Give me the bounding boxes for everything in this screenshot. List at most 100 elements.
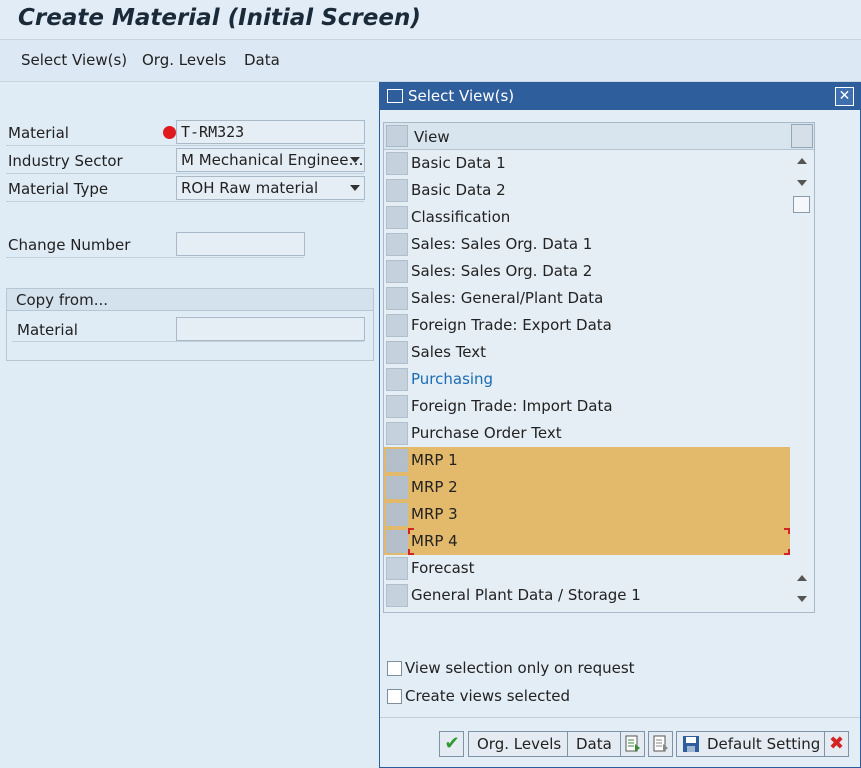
row-selector[interactable] — [386, 530, 408, 553]
material-type-value: ROH Raw material — [181, 179, 319, 197]
view-label: Foreign Trade: Import Data — [411, 397, 613, 415]
row-selector[interactable] — [386, 368, 408, 391]
view-row[interactable]: Sales: Sales Org. Data 2 — [384, 258, 790, 285]
view-on-request-label: View selection only on request — [405, 659, 635, 677]
view-row[interactable]: Classification — [384, 204, 790, 231]
row-selector[interactable] — [386, 341, 408, 364]
scroll-up-icon[interactable] — [797, 158, 807, 164]
view-label: Sales: Sales Org. Data 2 — [411, 262, 593, 280]
data-button[interactable]: Data — [567, 731, 621, 757]
view-row[interactable]: Basic Data 1 — [384, 150, 790, 177]
column-settings-icon[interactable] — [791, 124, 813, 148]
default-setting-button[interactable]: Default Setting — [676, 731, 830, 757]
view-label: Sales Text — [411, 343, 487, 361]
scroll-down-icon[interactable] — [797, 180, 807, 186]
view-label: Forecast — [411, 559, 475, 577]
view-row[interactable]: Forecast — [384, 555, 790, 582]
view-row[interactable]: MRP 1 — [384, 447, 790, 474]
material-label: Material — [8, 124, 69, 142]
dialog-header: Select View(s) ✕ — [380, 83, 860, 110]
row-selector[interactable] — [386, 206, 408, 229]
initial-screen-form: Material T-RM323 Industry Sector M Mecha… — [0, 82, 380, 768]
row-selector[interactable] — [386, 476, 408, 499]
copy-material-field[interactable] — [176, 317, 365, 341]
view-row[interactable]: MRP 3 — [384, 501, 790, 528]
chevron-down-icon — [350, 157, 360, 163]
view-row[interactable]: Basic Data 2 — [384, 177, 790, 204]
continue-button[interactable]: ✔ — [439, 731, 464, 757]
row-selector[interactable] — [386, 260, 408, 283]
deselect-all-button[interactable] — [648, 731, 673, 757]
material-type-label: Material Type — [8, 180, 109, 198]
row-selector[interactable] — [386, 314, 408, 337]
menu-data[interactable]: Data — [244, 51, 280, 69]
scroll-up-icon[interactable] — [797, 575, 807, 581]
copy-material-label: Material — [17, 321, 78, 339]
industry-sector-select[interactable]: M Mechanical Enginee… — [176, 148, 365, 172]
view-row[interactable]: Foreign Trade: Export Data — [384, 312, 790, 339]
view-label: MRP 3 — [411, 505, 458, 523]
row-selector[interactable] — [386, 287, 408, 310]
row-selector[interactable] — [386, 233, 408, 256]
material-type-select[interactable]: ROH Raw material — [176, 176, 365, 200]
views-table: View Basic Data 1 Basic Data 2 Classificat… — [383, 122, 815, 613]
cancel-button[interactable]: ✖ — [824, 731, 849, 757]
material-field[interactable]: T-RM323 — [176, 120, 365, 144]
dialog-title: Select View(s) — [408, 87, 515, 105]
change-number-field[interactable] — [176, 232, 305, 256]
row-selector[interactable] — [386, 395, 408, 418]
select-all-icon — [625, 735, 640, 752]
select-all-button[interactable] — [620, 731, 645, 757]
view-row[interactable]: Sales: General/Plant Data — [384, 285, 790, 312]
focus-marker — [784, 549, 790, 555]
menu-org-levels[interactable]: Org. Levels — [142, 51, 226, 69]
view-row[interactable]: Purchase Order Text — [384, 420, 790, 447]
default-setting-label: Default Setting — [707, 735, 821, 753]
chevron-down-icon — [350, 185, 360, 191]
change-number-label: Change Number — [8, 236, 131, 254]
scroll-thumb[interactable] — [793, 196, 810, 213]
view-label: Purchasing — [411, 370, 494, 388]
divider — [6, 201, 364, 202]
view-row[interactable]: Purchasing — [384, 366, 790, 393]
org-levels-button[interactable]: Org. Levels — [468, 731, 571, 757]
divider — [6, 173, 364, 174]
close-icon: ✖ — [828, 733, 845, 754]
view-label: MRP 1 — [411, 451, 458, 469]
view-label: Classification — [411, 208, 511, 226]
row-selector[interactable] — [386, 422, 408, 445]
menu-select-views[interactable]: Select View(s) — [21, 51, 127, 69]
view-row[interactable]: Foreign Trade: Import Data — [384, 393, 790, 420]
row-selector[interactable] — [386, 449, 408, 472]
scroll-down-icon[interactable] — [797, 596, 807, 602]
view-label: Basic Data 1 — [411, 154, 506, 172]
copy-from-header: Copy from... — [7, 289, 373, 311]
view-row[interactable]: Sales: Sales Org. Data 1 — [384, 231, 790, 258]
view-label: MRP 4 — [411, 532, 458, 550]
close-icon[interactable]: ✕ — [835, 87, 854, 106]
view-on-request-checkbox[interactable] — [387, 661, 402, 676]
view-row[interactable]: Sales Text — [384, 339, 790, 366]
row-selector[interactable] — [386, 584, 408, 607]
scrollbar[interactable] — [790, 150, 814, 612]
view-row[interactable]: MRP 4 — [384, 528, 790, 555]
row-selector[interactable] — [386, 152, 408, 175]
row-selector[interactable] — [386, 503, 408, 526]
divider — [12, 341, 364, 342]
column-header-view: View — [414, 128, 450, 146]
title-bar: Create Material (Initial Screen) — [0, 0, 861, 40]
copy-from-title: Copy from... — [16, 291, 109, 309]
select-all-column[interactable] — [386, 125, 408, 147]
view-label: MRP 2 — [411, 478, 458, 496]
page-title: Create Material (Initial Screen) — [18, 5, 421, 31]
divider — [6, 257, 304, 258]
view-row[interactable]: General Plant Data / Storage 1 — [384, 582, 790, 609]
focus-marker — [784, 528, 790, 534]
row-selector[interactable] — [386, 557, 408, 580]
focus-marker — [408, 528, 414, 534]
row-selector[interactable] — [386, 179, 408, 202]
view-label: Sales: Sales Org. Data 1 — [411, 235, 593, 253]
view-row[interactable]: MRP 2 — [384, 474, 790, 501]
view-label: Purchase Order Text — [411, 424, 562, 442]
create-views-selected-checkbox[interactable] — [387, 689, 402, 704]
